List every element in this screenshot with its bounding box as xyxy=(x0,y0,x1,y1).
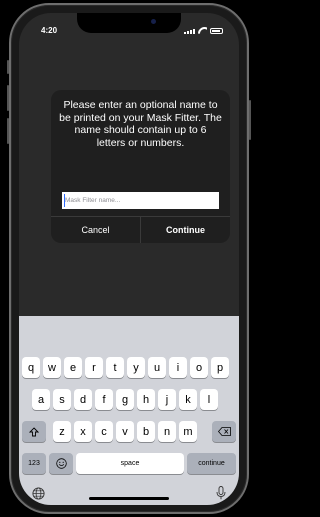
key-i[interactable]: i xyxy=(169,357,187,378)
key-f[interactable]: f xyxy=(95,389,113,410)
emoji-key[interactable] xyxy=(49,453,73,474)
home-indicator[interactable] xyxy=(89,497,169,500)
wifi-icon xyxy=(198,27,207,34)
key-a[interactable]: a xyxy=(32,389,50,410)
key-k[interactable]: k xyxy=(179,389,197,410)
key-g[interactable]: g xyxy=(116,389,134,410)
notch xyxy=(77,13,181,33)
camera-icon xyxy=(151,19,156,24)
space-key[interactable]: space xyxy=(76,453,184,474)
status-time: 4:20 xyxy=(41,26,58,35)
side-button-volume-up xyxy=(7,85,9,111)
continue-button[interactable]: Continue xyxy=(141,217,230,243)
key-w[interactable]: w xyxy=(43,357,61,378)
status-icons xyxy=(184,27,223,34)
return-key-label: continue xyxy=(198,460,225,467)
text-cursor xyxy=(64,194,65,207)
cellular-signal-icon xyxy=(184,29,195,34)
key-z[interactable]: z xyxy=(53,421,71,442)
mask-name-input[interactable] xyxy=(62,192,219,209)
key-r[interactable]: r xyxy=(85,357,103,378)
microphone-icon[interactable] xyxy=(216,486,226,500)
key-j[interactable]: j xyxy=(158,389,176,410)
emoji-icon xyxy=(55,458,67,469)
cancel-button[interactable]: Cancel xyxy=(51,217,140,243)
key-q[interactable]: q xyxy=(22,357,40,378)
numbers-key-label: 123 xyxy=(28,460,40,467)
key-o[interactable]: o xyxy=(190,357,208,378)
key-l[interactable]: l xyxy=(200,389,218,410)
key-v[interactable]: v xyxy=(116,421,134,442)
side-button-volume-down xyxy=(7,118,9,144)
globe-icon[interactable] xyxy=(32,487,45,500)
key-y[interactable]: y xyxy=(127,357,145,378)
key-s[interactable]: s xyxy=(53,389,71,410)
key-p[interactable]: p xyxy=(211,357,229,378)
screen: 4:20 Please enter an optional name to be… xyxy=(19,13,239,505)
key-h[interactable]: h xyxy=(137,389,155,410)
continue-return-key[interactable]: continue xyxy=(187,453,236,474)
keyboard: q w e r t y u i o p a s d f g h j k l z … xyxy=(19,316,239,505)
key-d[interactable]: d xyxy=(74,389,92,410)
delete-icon xyxy=(217,427,231,436)
shift-key[interactable] xyxy=(22,421,46,442)
dialog-message: Please enter an optional name to be prin… xyxy=(59,99,222,149)
key-x[interactable]: x xyxy=(74,421,92,442)
side-button-silent xyxy=(7,60,9,74)
numbers-key[interactable]: 123 xyxy=(22,453,46,474)
space-key-label: space xyxy=(120,460,140,467)
delete-key[interactable] xyxy=(212,421,236,442)
key-u[interactable]: u xyxy=(148,357,166,378)
key-t[interactable]: t xyxy=(106,357,124,378)
shift-icon xyxy=(29,426,39,436)
name-entry-dialog: Please enter an optional name to be prin… xyxy=(51,90,230,243)
key-m[interactable]: m xyxy=(179,421,197,442)
side-button-power xyxy=(249,100,251,140)
key-c[interactable]: c xyxy=(95,421,113,442)
key-b[interactable]: b xyxy=(137,421,155,442)
key-n[interactable]: n xyxy=(158,421,176,442)
battery-icon xyxy=(210,28,223,34)
key-e[interactable]: e xyxy=(64,357,82,378)
